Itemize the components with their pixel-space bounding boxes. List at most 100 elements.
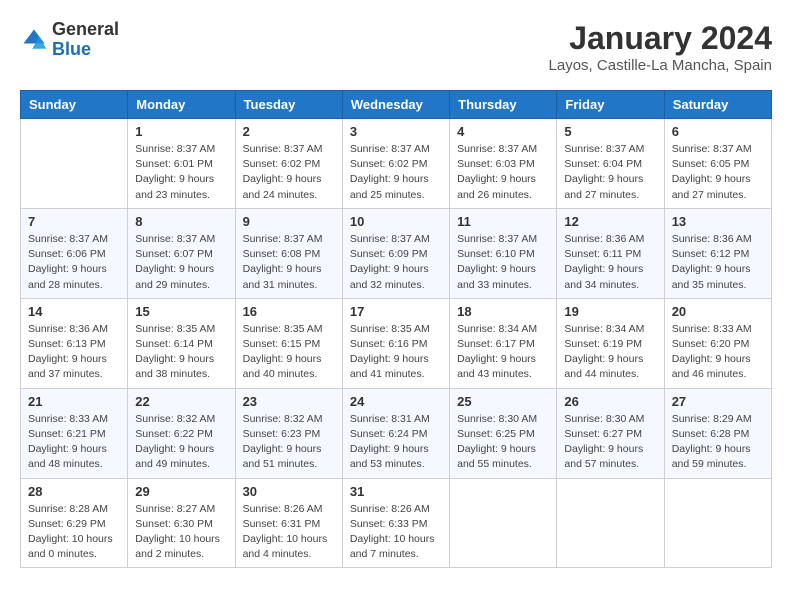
logo: General Blue [20,20,119,60]
day-number: 11 [457,214,549,229]
calendar-cell: 19 Sunrise: 8:34 AMSunset: 6:19 PMDayligh… [557,298,664,388]
day-number: 1 [135,124,227,139]
calendar-cell: 11 Sunrise: 8:37 AMSunset: 6:10 PMDayligh… [450,208,557,298]
calendar-cell: 28 Sunrise: 8:28 AMSunset: 6:29 PMDayligh… [21,478,128,568]
calendar-cell: 27 Sunrise: 8:29 AMSunset: 6:28 PMDayligh… [664,388,771,478]
location: Layos, Castille-La Mancha, Spain [549,57,772,74]
weekday-header-sunday: Sunday [21,91,128,119]
day-number: 5 [564,124,656,139]
day-info: Sunrise: 8:27 AMSunset: 6:30 PMDaylight:… [135,502,227,563]
day-number: 7 [28,214,120,229]
day-info: Sunrise: 8:37 AMSunset: 6:02 PMDaylight:… [350,142,442,203]
day-number: 28 [28,484,120,499]
calendar-cell: 26Sunrise: 8:30 AMSunset: 6:27 PMDayligh… [557,388,664,478]
day-number: 19 [564,304,656,319]
weekday-header-wednesday: Wednesday [342,91,449,119]
day-info: Sunrise: 8:31 AMSunset: 6:24 PMDaylight:… [350,412,442,473]
calendar-cell: 8 Sunrise: 8:37 AMSunset: 6:07 PMDaylight… [128,208,235,298]
day-number: 10 [350,214,442,229]
calendar-week-row: 14Sunrise: 8:36 AMSunset: 6:13 PMDayligh… [21,298,772,388]
title-block: January 2024 Layos, Castille-La Mancha, … [549,20,772,74]
calendar-cell: 31Sunrise: 8:26 AMSunset: 6:33 PMDayligh… [342,478,449,568]
logo-text: General Blue [52,20,119,60]
calendar-cell: 13 Sunrise: 8:36 AMSunset: 6:12 PMDayligh… [664,208,771,298]
day-info: Sunrise: 8:29 AMSunset: 6:28 PMDaylight:… [672,412,764,473]
day-number: 18 [457,304,549,319]
month-year: January 2024 [549,20,772,57]
day-info: Sunrise: 8:37 AMSunset: 6:08 PMDaylight:… [243,232,335,293]
day-info: Sunrise: 8:37 AMSunset: 6:01 PMDaylight:… [135,142,227,203]
calendar-cell: 2Sunrise: 8:37 AMSunset: 6:02 PMDaylight… [235,119,342,209]
day-info: Sunrise: 8:35 AMSunset: 6:15 PMDaylight:… [243,322,335,383]
day-info: Sunrise: 8:36 AMSunset: 6:11 PMDaylight:… [564,232,656,293]
day-info: Sunrise: 8:33 AMSunset: 6:20 PMDaylight:… [672,322,764,383]
calendar-cell [664,478,771,568]
day-number: 30 [243,484,335,499]
calendar-cell: 6 Sunrise: 8:37 AMSunset: 6:05 PMDaylight… [664,119,771,209]
day-info: Sunrise: 8:37 AMSunset: 6:05 PMDaylight:… [672,142,764,203]
day-info: Sunrise: 8:37 AMSunset: 6:02 PMDaylight:… [243,142,335,203]
weekday-header-saturday: Saturday [664,91,771,119]
day-info: Sunrise: 8:35 AMSunset: 6:16 PMDaylight:… [350,322,442,383]
day-number: 29 [135,484,227,499]
day-info: Sunrise: 8:30 AMSunset: 6:25 PMDaylight:… [457,412,549,473]
logo-blue: Blue [52,39,91,59]
weekday-header-row: SundayMondayTuesdayWednesdayThursdayFrid… [21,91,772,119]
calendar-cell [21,119,128,209]
day-number: 26 [564,394,656,409]
calendar-cell: 14Sunrise: 8:36 AMSunset: 6:13 PMDayligh… [21,298,128,388]
calendar-cell: 20Sunrise: 8:33 AMSunset: 6:20 PMDayligh… [664,298,771,388]
day-number: 3 [350,124,442,139]
calendar-cell: 3 Sunrise: 8:37 AMSunset: 6:02 PMDaylight… [342,119,449,209]
calendar-cell: 7 Sunrise: 8:37 AMSunset: 6:06 PMDaylight… [21,208,128,298]
day-info: Sunrise: 8:33 AMSunset: 6:21 PMDaylight:… [28,412,120,473]
calendar-cell: 22Sunrise: 8:32 AMSunset: 6:22 PMDayligh… [128,388,235,478]
calendar-cell: 25Sunrise: 8:30 AMSunset: 6:25 PMDayligh… [450,388,557,478]
day-info: Sunrise: 8:35 AMSunset: 6:14 PMDaylight:… [135,322,227,383]
day-number: 8 [135,214,227,229]
page-header: General Blue January 2024 Layos, Castill… [20,20,772,74]
calendar-table: SundayMondayTuesdayWednesdayThursdayFrid… [20,90,772,568]
day-info: Sunrise: 8:36 AMSunset: 6:12 PMDaylight:… [672,232,764,293]
calendar-week-row: 1 Sunrise: 8:37 AMSunset: 6:01 PMDaylight… [21,119,772,209]
logo-icon [20,26,48,54]
weekday-header-tuesday: Tuesday [235,91,342,119]
day-info: Sunrise: 8:37 AMSunset: 6:06 PMDaylight:… [28,232,120,293]
calendar-cell: 30Sunrise: 8:26 AMSunset: 6:31 PMDayligh… [235,478,342,568]
calendar-cell: 12 Sunrise: 8:36 AMSunset: 6:11 PMDayligh… [557,208,664,298]
day-number: 13 [672,214,764,229]
day-number: 12 [564,214,656,229]
day-info: Sunrise: 8:37 AMSunset: 6:07 PMDaylight:… [135,232,227,293]
calendar-cell: 16 Sunrise: 8:35 AMSunset: 6:15 PMDayligh… [235,298,342,388]
calendar-cell: 5Sunrise: 8:37 AMSunset: 6:04 PMDaylight… [557,119,664,209]
calendar-cell: 1 Sunrise: 8:37 AMSunset: 6:01 PMDaylight… [128,119,235,209]
day-info: Sunrise: 8:34 AMSunset: 6:17 PMDaylight:… [457,322,549,383]
day-number: 4 [457,124,549,139]
calendar-cell: 18 Sunrise: 8:34 AMSunset: 6:17 PMDayligh… [450,298,557,388]
day-number: 6 [672,124,764,139]
day-number: 31 [350,484,442,499]
day-number: 15 [135,304,227,319]
day-number: 23 [243,394,335,409]
calendar-cell [557,478,664,568]
calendar-cell: 4Sunrise: 8:37 AMSunset: 6:03 PMDaylight… [450,119,557,209]
day-number: 27 [672,394,764,409]
weekday-header-thursday: Thursday [450,91,557,119]
day-info: Sunrise: 8:32 AMSunset: 6:23 PMDaylight:… [243,412,335,473]
logo-general: General [52,19,119,39]
day-info: Sunrise: 8:37 AMSunset: 6:09 PMDaylight:… [350,232,442,293]
calendar-cell: 17 Sunrise: 8:35 AMSunset: 6:16 PMDayligh… [342,298,449,388]
day-number: 16 [243,304,335,319]
day-number: 14 [28,304,120,319]
calendar-cell: 15 Sunrise: 8:35 AMSunset: 6:14 PMDayligh… [128,298,235,388]
day-info: Sunrise: 8:37 AMSunset: 6:10 PMDaylight:… [457,232,549,293]
day-number: 17 [350,304,442,319]
calendar-cell: 21Sunrise: 8:33 AMSunset: 6:21 PMDayligh… [21,388,128,478]
weekday-header-monday: Monday [128,91,235,119]
calendar-cell: 23 Sunrise: 8:32 AMSunset: 6:23 PMDayligh… [235,388,342,478]
day-number: 9 [243,214,335,229]
day-info: Sunrise: 8:28 AMSunset: 6:29 PMDaylight:… [28,502,120,563]
calendar-cell: 10 Sunrise: 8:37 AMSunset: 6:09 PMDayligh… [342,208,449,298]
day-info: Sunrise: 8:34 AMSunset: 6:19 PMDaylight:… [564,322,656,383]
calendar-week-row: 28 Sunrise: 8:28 AMSunset: 6:29 PMDayligh… [21,478,772,568]
